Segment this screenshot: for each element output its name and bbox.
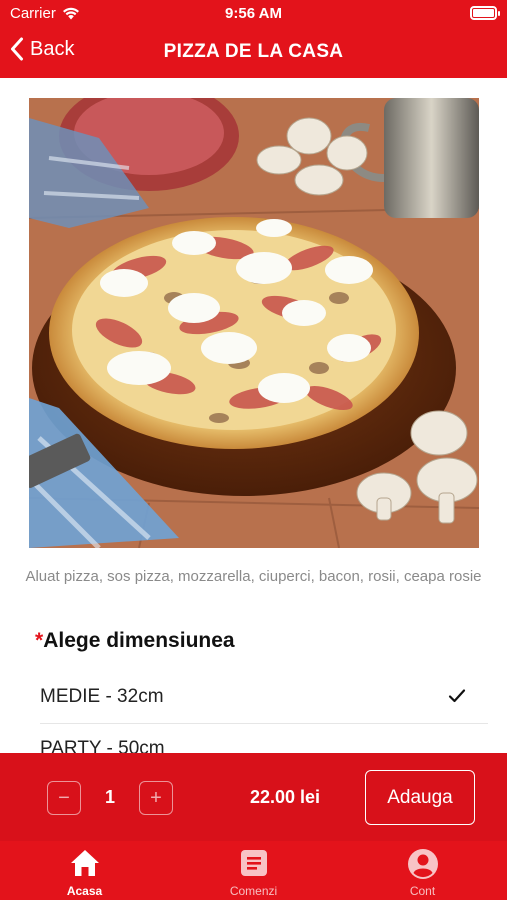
size-section-title: *Alege dimensiunea <box>35 629 235 653</box>
status-bar: Carrier 9:56 AM <box>0 0 507 28</box>
size-option-label: MEDIE - 32cm <box>40 686 164 707</box>
tab-label: Acasa <box>66 884 103 898</box>
tab-bar: Acasa Comenzi Cont <box>0 841 507 900</box>
app-header: Carrier 9:56 AM Back PIZZA DE LA CASA <box>0 0 507 78</box>
add-to-cart-button[interactable]: Adauga <box>365 770 475 825</box>
tab-comenzi[interactable]: Comenzi <box>169 841 338 900</box>
size-option-medie[interactable]: MEDIE - 32cm <box>40 672 488 724</box>
price-total: 22.00 lei <box>249 787 321 807</box>
tab-label: Comenzi <box>229 884 278 898</box>
tab-label: Cont <box>409 884 436 898</box>
increase-quantity-button[interactable]: + <box>139 781 173 815</box>
checkmark-icon <box>448 689 466 703</box>
size-section-label: Alege dimensiunea <box>43 629 235 652</box>
order-panel: − 1 + 22.00 lei Adauga Acasa Comenzi Con… <box>0 753 507 900</box>
tab-cont[interactable]: Cont <box>338 841 507 900</box>
required-mark: * <box>35 629 44 652</box>
status-time: 9:56 AM <box>225 5 282 22</box>
navigation-bar: Back PIZZA DE LA CASA <box>0 28 507 76</box>
tab-acasa[interactable]: Acasa <box>0 841 169 900</box>
product-description: Aluat pizza, sos pizza, mozzarella, ciup… <box>25 568 482 585</box>
battery-icon <box>470 6 500 20</box>
account-icon <box>407 849 438 879</box>
decrease-quantity-button[interactable]: − <box>47 781 81 815</box>
quantity-value: 1 <box>104 787 115 807</box>
list-icon <box>240 850 267 876</box>
home-icon <box>70 850 99 876</box>
page-title: PIZZA DE LA CASA <box>163 41 344 62</box>
product-image <box>29 98 479 548</box>
